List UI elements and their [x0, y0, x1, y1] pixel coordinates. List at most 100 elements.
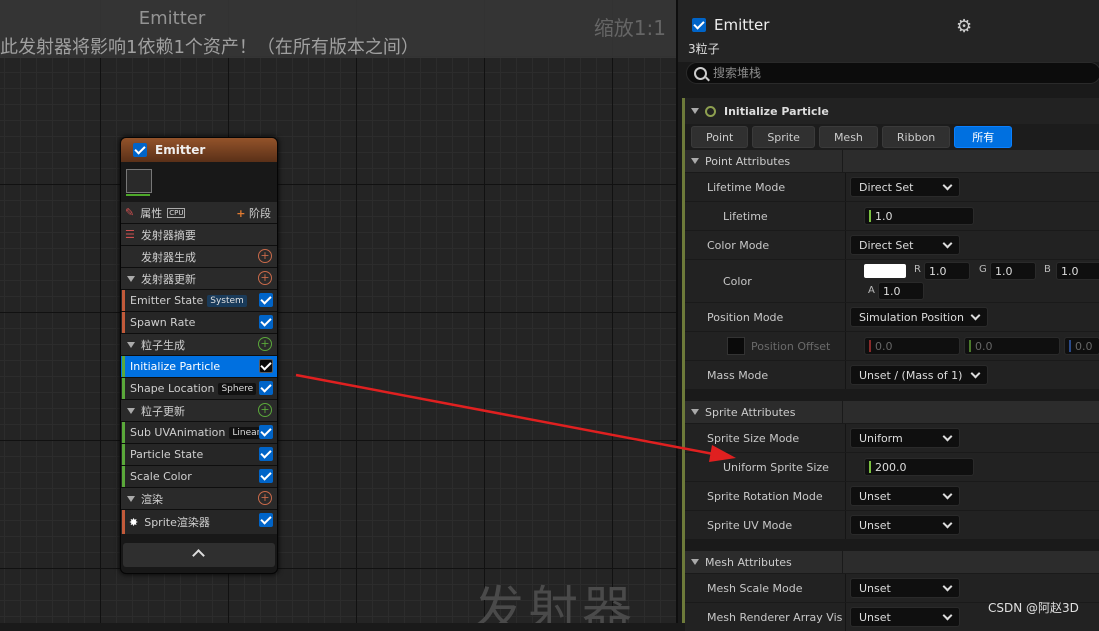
collapse-triangle-icon[interactable] [127, 495, 135, 502]
sprite-uv-mode-dropdown[interactable]: Unset [850, 515, 960, 535]
dropdown-value: Unset [859, 489, 891, 503]
emitter-enable-checkbox[interactable] [692, 18, 706, 32]
module-enable-checkbox[interactable] [259, 447, 273, 461]
add-module-icon[interactable]: + [258, 403, 272, 417]
module-sprite-renderer[interactable]: ✸ Sprite渲染器 [121, 509, 277, 534]
module-label: Shape Location [130, 382, 215, 395]
module-enable-checkbox[interactable] [259, 315, 273, 329]
emitter-enable-checkbox[interactable] [133, 143, 147, 157]
mesh-attributes-category[interactable]: Mesh Attributes [685, 551, 1099, 573]
add-renderer-icon[interactable]: + [258, 491, 272, 505]
g-label: G [979, 264, 987, 275]
field-value: 1.0 [929, 264, 947, 278]
mesh-scale-mode-dropdown[interactable]: Unset [850, 578, 960, 598]
b-label: B [1044, 264, 1051, 275]
module-enable-checkbox[interactable] [259, 469, 273, 483]
emitter-node-header[interactable]: Emitter [121, 138, 277, 162]
color-swatch[interactable] [864, 264, 906, 278]
module-shape-location[interactable]: Shape Location Sphere [121, 377, 277, 399]
property-label: Color Mode [707, 238, 770, 252]
mesh-renderer-array-dropdown[interactable]: Unset [850, 607, 960, 627]
dropdown-value: Unset [859, 518, 891, 532]
emitter-node[interactable]: Emitter ✎ 属性 CPU + 阶段 ☰ 发射器摘要 发射器生成 + 发射… [120, 137, 278, 574]
collapse-triangle-icon[interactable] [691, 409, 699, 415]
emitter-thumbnail-icon[interactable] [126, 169, 152, 193]
collapse-triangle-icon[interactable] [127, 275, 135, 282]
color-a-field[interactable]: 1.0 [878, 282, 924, 300]
gear-icon[interactable]: ⚙ [956, 16, 972, 37]
collapse-triangle-icon[interactable] [691, 559, 699, 565]
sprite-rotation-mode-dropdown[interactable]: Unset [850, 486, 960, 506]
module-enable-checkbox[interactable] [259, 381, 273, 395]
color-g-field[interactable]: 1.0 [990, 262, 1036, 280]
module-label: Emitter State [130, 294, 204, 307]
particle-count: 3粒子 [688, 42, 720, 56]
property-label: Position Offset [685, 337, 842, 355]
filter-mesh[interactable]: Mesh [818, 126, 878, 148]
lifetime-field[interactable]: 1.0 [864, 207, 974, 225]
sprite-uv-mode-row: Sprite UV Mode Unset [685, 510, 1099, 539]
emitter-spawn-group[interactable]: 发射器生成 + [121, 245, 277, 267]
emitter-update-group[interactable]: 发射器更新 + [121, 267, 277, 289]
particle-spawn-group[interactable]: 粒子生成 + [121, 333, 277, 355]
module-enable-checkbox[interactable] [259, 359, 273, 373]
add-stage-button[interactable]: + 阶段 [236, 205, 271, 221]
color-row: Color R 1.0 G 1.0 B 1.0 A 1.0 [685, 259, 1099, 302]
emitter-summary-row[interactable]: ☰ 发射器摘要 [121, 223, 277, 245]
module-particle-state[interactable]: Particle State [121, 443, 277, 465]
module-emitter-state[interactable]: Emitter State System [121, 289, 277, 311]
module-enable-checkbox[interactable] [259, 293, 273, 307]
field-value: 1.0 [995, 264, 1013, 278]
color-mode-dropdown[interactable]: Direct Set [850, 235, 960, 255]
module-initialize-particle[interactable]: Initialize Particle [121, 355, 277, 377]
offset-z-field[interactable]: 0.0 [1064, 337, 1099, 355]
module-enable-checkbox[interactable] [259, 513, 273, 527]
collapse-triangle-icon[interactable] [127, 407, 135, 414]
dropdown-value: Uniform [859, 431, 903, 445]
stack-search[interactable] [686, 62, 1099, 84]
particle-update-group[interactable]: 粒子更新 + [121, 399, 277, 421]
position-mode-dropdown[interactable]: Simulation Position [850, 307, 988, 327]
color-r-field[interactable]: 1.0 [924, 262, 970, 280]
module-header[interactable]: Initialize Particle [685, 98, 1099, 124]
module-spawn-rate[interactable]: Spawn Rate [121, 311, 277, 333]
property-label: Mesh Scale Mode [707, 581, 803, 595]
filter-point[interactable]: Point [691, 126, 749, 148]
add-module-icon[interactable]: + [258, 337, 272, 351]
mass-mode-dropdown[interactable]: Unset / (Mass of 1) [850, 365, 988, 385]
initialize-particle-section: Initialize Particle Point Sprite Mesh Ri… [682, 98, 1099, 631]
collapse-node-button[interactable] [123, 543, 275, 567]
sprite-size-mode-dropdown[interactable]: Uniform [850, 428, 960, 448]
search-input[interactable] [713, 66, 1073, 80]
module-scale-color[interactable]: Scale Color [121, 465, 277, 487]
filter-all[interactable]: 所有 [954, 126, 1013, 148]
dropdown-value: Unset [859, 610, 891, 624]
module-tag: System [207, 294, 247, 307]
filter-ribbon[interactable]: Ribbon [881, 126, 951, 148]
property-label: Sprite UV Mode [707, 518, 793, 532]
uniform-sprite-size-field[interactable]: 200.0 [864, 458, 974, 476]
properties-row[interactable]: ✎ 属性 CPU + 阶段 [121, 202, 277, 223]
filter-sprite[interactable]: Sprite [752, 126, 815, 148]
add-module-icon[interactable]: + [258, 271, 272, 285]
sprite-size-mode-row: Sprite Size Mode Uniform [685, 423, 1099, 452]
sprite-attributes-category[interactable]: Sprite Attributes [685, 401, 1099, 423]
lifetime-mode-dropdown[interactable]: Direct Set [850, 177, 960, 197]
module-label: Sub UVAnimation [130, 426, 226, 439]
add-module-icon[interactable]: + [258, 249, 272, 263]
color-b-field[interactable]: 1.0 [1056, 262, 1099, 280]
point-attributes-category[interactable]: Point Attributes [685, 150, 1099, 172]
render-group[interactable]: 渲染 + [121, 487, 277, 509]
module-sub-uv-animation[interactable]: Sub UVAnimation Linear [121, 421, 277, 443]
chevron-down-icon [970, 310, 981, 321]
collapse-triangle-icon[interactable] [127, 341, 135, 348]
offset-y-field[interactable]: 0.0 [964, 337, 1060, 355]
collapse-triangle-icon[interactable] [691, 108, 699, 114]
offset-x-field[interactable]: 0.0 [864, 337, 960, 355]
emitter-graph[interactable]: Emitter 此发射器将影响1依赖1个资产！（在所有版本之间） 缩放1:1 发… [0, 0, 676, 623]
position-offset-toggle[interactable] [727, 337, 745, 355]
module-enable-checkbox[interactable] [259, 425, 273, 439]
collapse-triangle-icon[interactable] [691, 158, 699, 164]
property-label: Uniform Sprite Size [723, 460, 829, 474]
module-label: Sprite渲染器 [144, 516, 210, 529]
